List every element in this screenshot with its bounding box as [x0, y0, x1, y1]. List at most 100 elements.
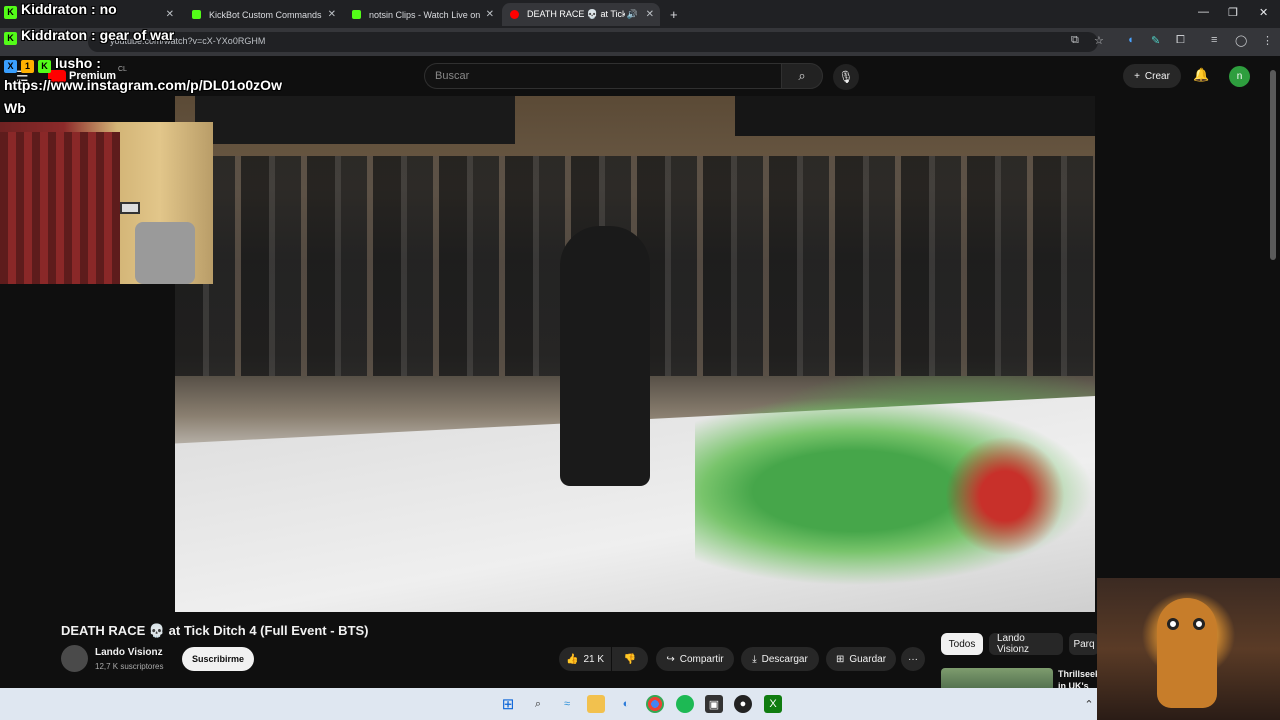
chat-user: Kiddraton [21, 1, 88, 17]
kick-favicon-icon [352, 10, 361, 19]
browser-tab[interactable]: KickBot Custom Commands ✕ [184, 3, 342, 26]
tab-title: KickBot Custom Commands [209, 9, 322, 20]
chat-message: K Kiddraton : gear of war [4, 27, 174, 45]
close-tab-icon[interactable]: ✕ [328, 9, 336, 20]
new-tab-button[interactable]: + [662, 3, 682, 26]
chat-message: K Kiddraton : no [4, 1, 117, 19]
close-window-icon[interactable]: ✕ [1259, 6, 1268, 19]
country-code: CL [118, 66, 127, 73]
extension-icon[interactable]: ◖ [1127, 34, 1134, 46]
plus-icon: + [1134, 70, 1140, 82]
taskbar-app-icon[interactable]: ≈ [558, 695, 576, 713]
kick-badge-icon: K [38, 60, 51, 73]
download-button[interactable]: ⤓ Descargar [741, 647, 819, 671]
windows-start-icon[interactable]: ⊞ [499, 695, 517, 713]
facecam-eye [1193, 618, 1205, 630]
extension-icon[interactable]: ✎ [1151, 34, 1160, 47]
terminal-icon[interactable]: ▣ [705, 695, 723, 713]
webcam-curtain [0, 132, 120, 284]
user-badge-icon: 1 [21, 60, 34, 73]
maximize-icon[interactable]: ❐ [1228, 6, 1238, 19]
chrome-menu-icon[interactable]: ⋮ [1262, 34, 1273, 47]
reading-list-icon[interactable]: ≡ [1211, 34, 1217, 46]
cast-icon[interactable]: ⧉ [1071, 34, 1079, 47]
extensions-puzzle-icon[interactable]: ⧠ [1176, 34, 1185, 47]
video-title: DEATH RACE 💀 at Tick Ditch 4 (Full Event… [61, 623, 369, 638]
tray-chevron-icon[interactable]: ⌃ [1080, 695, 1098, 713]
like-button[interactable]: 👍 21 K [559, 647, 611, 671]
file-explorer-icon[interactable] [587, 695, 605, 713]
channel-avatar[interactable] [61, 645, 88, 672]
character-facecam [1097, 578, 1280, 720]
windows-taskbar [0, 688, 1097, 720]
save-label: Guardar [849, 653, 887, 665]
bookmark-star-icon[interactable]: ☆ [1094, 34, 1104, 47]
audio-playing-icon[interactable]: 🔊 [627, 9, 638, 20]
xbox-icon[interactable]: X [764, 695, 782, 713]
streamer-webcam [0, 122, 213, 284]
voice-search-button[interactable]: 🎙 [833, 64, 859, 90]
kick-badge-icon: K [4, 6, 17, 19]
chat-user: Kiddraton [21, 27, 88, 43]
create-button[interactable]: + Crear [1123, 64, 1181, 88]
channel-name[interactable]: Lando Visionz [95, 647, 163, 658]
microphone-icon: 🎙 [838, 70, 854, 84]
tab-title: notsin Clips - Watch Live on Ki [369, 9, 481, 20]
save-button[interactable]: ⊞ Guardar [826, 647, 896, 671]
spotify-icon[interactable] [676, 695, 694, 713]
webcam-picture-frame [120, 202, 140, 214]
kick-favicon-icon [192, 10, 201, 19]
close-tab-icon[interactable]: ✕ [486, 9, 494, 20]
webcam-chair [135, 222, 195, 284]
bookmark-icon: ⊞ [835, 653, 845, 665]
thumbs-up-icon: 👍 [565, 653, 579, 665]
chat-text: no [99, 1, 117, 17]
video-skater [560, 226, 650, 486]
obs-icon[interactable]: ● [734, 695, 752, 713]
close-tab-icon[interactable]: ✕ [646, 9, 654, 20]
facecam-character [1157, 598, 1217, 708]
video-tent [735, 96, 1095, 136]
minimize-icon[interactable]: — [1198, 6, 1209, 18]
tab-title: DEATH RACE 💀 at Tick Dit [527, 9, 625, 19]
more-actions-button[interactable]: ··· [901, 647, 925, 671]
chat-message: X 1 Klusho : [4, 55, 101, 73]
search-button[interactable]: ⌕ [781, 63, 823, 89]
chip-parq[interactable]: Parq [1069, 633, 1099, 655]
chat-user: lusho [55, 55, 93, 71]
search-input[interactable]: Buscar [424, 63, 782, 89]
video-player[interactable] [175, 96, 1095, 612]
notifications-bell-icon[interactable]: 🔔 [1193, 67, 1209, 83]
facecam-eye [1167, 618, 1179, 630]
close-tab-icon[interactable]: ✕ [166, 9, 174, 20]
edge-browser-icon[interactable]: ◐ [617, 695, 635, 713]
browser-tab-active[interactable]: DEATH RACE 💀 at Tick Dit 🔊 ✕ [502, 3, 660, 26]
like-count: 21 K [583, 653, 605, 665]
share-icon: ↪ [666, 653, 675, 665]
video-graffiti [935, 426, 1075, 566]
create-label: Crear [1144, 70, 1170, 82]
share-label: Compartir [679, 653, 724, 665]
video-tent [195, 96, 515, 144]
dislike-button[interactable]: 👎 [612, 647, 648, 671]
download-label: Descargar [761, 653, 808, 665]
download-icon: ⤓ [752, 653, 757, 665]
chat-message: https://www.instagram.com/p/DL01o0zOw [4, 77, 282, 93]
chip-channel[interactable]: Lando Visionz [989, 633, 1063, 655]
page-scrollbar[interactable] [1270, 70, 1276, 260]
thumbs-down-icon: 👎 [623, 653, 637, 665]
chip-todos[interactable]: Todos [941, 633, 983, 655]
browser-tab[interactable]: notsin Clips - Watch Live on Ki ✕ [344, 3, 500, 26]
youtube-favicon-icon [510, 10, 519, 19]
chat-text: gear of war [99, 27, 175, 43]
profile-icon[interactable]: ◯ [1235, 34, 1247, 47]
user-avatar[interactable]: n [1229, 66, 1250, 87]
user-badge-icon: X [4, 60, 17, 73]
chrome-icon[interactable] [646, 695, 664, 713]
taskbar-search-icon[interactable]: ⌕ [529, 695, 547, 713]
share-button[interactable]: ↪ Compartir [656, 647, 734, 671]
subscribe-button[interactable]: Suscribirme [182, 647, 254, 671]
subscriber-count: 12,7 K suscriptores [95, 662, 164, 671]
chat-message: Wb [4, 100, 26, 116]
kick-badge-icon: K [4, 32, 17, 45]
